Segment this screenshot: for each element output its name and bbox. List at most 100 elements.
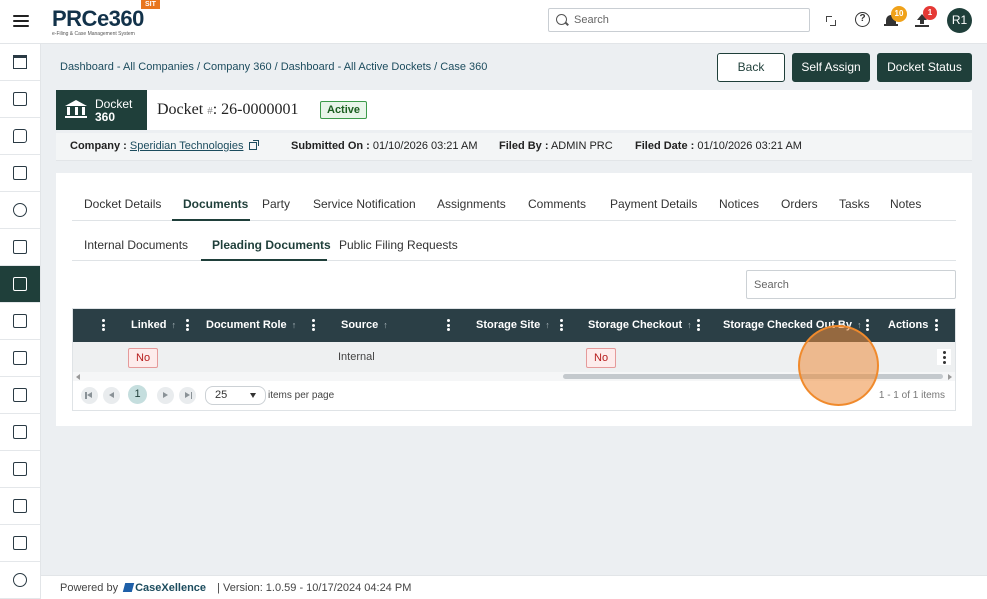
sidebar-item-notes[interactable] [0, 303, 40, 340]
sidebar-item-alerts[interactable] [0, 562, 40, 599]
user-avatar[interactable]: R1 [947, 8, 972, 33]
cursor-highlight [798, 325, 879, 406]
back-button[interactable]: Back [717, 53, 785, 82]
sidebar-item-companies[interactable] [0, 44, 40, 81]
logo-subtitle: e-Filing & Case Management System [52, 31, 135, 37]
column-header-linked[interactable]: Linked ↑ [131, 319, 176, 331]
tab-assignments[interactable]: Assignments [437, 197, 506, 211]
sidebar-item-users[interactable] [0, 192, 40, 229]
sidebar-item-calendar[interactable] [0, 488, 40, 525]
footer-brand[interactable]: CaseXellence [135, 582, 206, 594]
env-badge: SIT [141, 0, 160, 9]
tab-orders[interactable]: Orders [781, 197, 818, 211]
external-link-icon[interactable] [249, 140, 260, 150]
version-label: | Version: 1.0.59 - 10/17/2024 04:24 PM [217, 582, 412, 594]
last-page-icon[interactable] [179, 387, 196, 404]
column-menu-icon[interactable] [935, 319, 938, 331]
tab-comments[interactable]: Comments [528, 197, 586, 211]
table-search [746, 270, 956, 299]
next-page-icon[interactable] [157, 387, 174, 404]
company-link[interactable]: Speridian Technologies [130, 140, 244, 152]
first-page-icon[interactable] [81, 387, 98, 404]
sidebar-item-library[interactable] [0, 377, 40, 414]
sidebar-item-documents[interactable] [0, 81, 40, 118]
footer: Powered by CaseXellence | Version: 1.0.59… [41, 575, 987, 599]
active-subtab-indicator [201, 259, 327, 261]
note-icon [13, 314, 27, 328]
column-header-document-role[interactable]: Document Role ↑ [206, 319, 296, 331]
prev-page-icon[interactable] [103, 387, 120, 404]
app-logo[interactable]: PRCe360 e-Filing & Case Management Syste… [52, 8, 144, 38]
sidebar-item-buildings[interactable] [0, 266, 40, 303]
column-header-storage-site[interactable]: Storage Site ↑ [476, 319, 550, 331]
subtab-internal-documents[interactable]: Internal Documents [84, 238, 188, 252]
filed-by-value: ADMIN PRC [550, 140, 613, 152]
fullscreen-icon[interactable] [822, 12, 840, 30]
column-menu-icon[interactable] [312, 319, 315, 331]
docket-header: Docket 360 Docket #: 26-0000001 Active [56, 90, 972, 130]
tab-notices[interactable]: Notices [719, 197, 759, 211]
sort-icon[interactable]: ↑ [545, 320, 550, 330]
sort-icon[interactable]: ↑ [687, 320, 692, 330]
docket-status-button[interactable]: Docket Status [877, 53, 972, 82]
column-header-storage-checkout[interactable]: Storage Checkout ↑ [588, 319, 692, 331]
menu-icon[interactable] [13, 15, 29, 27]
column-menu-icon[interactable] [102, 319, 105, 331]
column-menu-icon[interactable] [186, 319, 189, 331]
column-header-source[interactable]: Source ↑ [341, 319, 388, 331]
sort-icon[interactable]: ↑ [857, 320, 862, 330]
company-meta: Company : Speridian Technologies [70, 140, 260, 152]
column-menu-icon[interactable] [447, 319, 450, 331]
submitted-label: Submitted On : [291, 140, 370, 152]
page-size-select[interactable]: 25 [205, 386, 266, 405]
sidebar-item-messages[interactable] [0, 118, 40, 155]
sort-icon[interactable]: ↑ [383, 320, 388, 330]
sidebar-item-scan[interactable] [0, 340, 40, 377]
tab-party[interactable]: Party [262, 197, 290, 211]
sidebar-item-reports[interactable] [0, 414, 40, 451]
status-badge: Active [320, 101, 368, 119]
docket-title: Docket #: 26-0000001 [157, 101, 298, 119]
subtab-public-filing-requests[interactable]: Public Filing Requests [339, 238, 458, 252]
docket-meta: Company : Speridian Technologies Submitt… [56, 133, 972, 161]
breadcrumb[interactable]: Dashboard - All Companies / Company 360 … [60, 61, 487, 73]
row-actions-icon[interactable] [937, 349, 951, 365]
sort-icon[interactable]: ↑ [171, 320, 176, 330]
tab-notes[interactable]: Notes [890, 197, 921, 211]
scan-icon [13, 351, 27, 365]
sidebar-item-search-documents[interactable] [0, 155, 40, 192]
submitted-meta: Submitted On : 01/10/2026 03:21 AM [291, 140, 477, 152]
sidebar-item-analytics[interactable] [0, 451, 40, 488]
global-search-input[interactable] [574, 11, 804, 29]
sidebar-item-help[interactable] [0, 525, 40, 562]
building-icon [13, 277, 27, 291]
tab-service-notification[interactable]: Service Notification [313, 197, 416, 211]
scroll-right-icon[interactable] [948, 374, 952, 380]
tab-payment-details[interactable]: Payment Details [610, 197, 697, 211]
global-search [548, 8, 810, 32]
scroll-left-icon[interactable] [76, 374, 80, 380]
subtab-pleading-documents[interactable]: Pleading Documents [212, 238, 331, 252]
tab-documents[interactable]: Documents [183, 197, 248, 211]
filed-by-meta: Filed By : ADMIN PRC [499, 140, 613, 152]
column-menu-icon[interactable] [697, 319, 700, 331]
alarm-icon [13, 573, 27, 587]
filed-date-value: 01/10/2026 03:21 AM [697, 140, 802, 152]
self-assign-button[interactable]: Self Assign [792, 53, 870, 82]
users-icon [13, 203, 27, 217]
column-menu-icon[interactable] [560, 319, 563, 331]
tab-docket-details[interactable]: Docket Details [84, 197, 161, 211]
calendar-icon [13, 499, 27, 513]
docket-title-prefix: Docket [157, 101, 204, 118]
column-menu-icon[interactable] [866, 319, 869, 331]
search-icon [556, 14, 567, 25]
scrollbar-thumb[interactable] [563, 374, 943, 379]
notifications-count-badge: 10 [891, 6, 907, 22]
table-search-input[interactable] [747, 271, 955, 298]
help-icon[interactable]: ? [855, 12, 870, 27]
tab-tasks[interactable]: Tasks [839, 197, 870, 211]
page-number-button[interactable]: 1 [128, 385, 147, 404]
column-header-actions: Actions [888, 319, 929, 331]
sort-icon[interactable]: ↑ [292, 320, 297, 330]
sidebar-item-payments[interactable] [0, 229, 40, 266]
